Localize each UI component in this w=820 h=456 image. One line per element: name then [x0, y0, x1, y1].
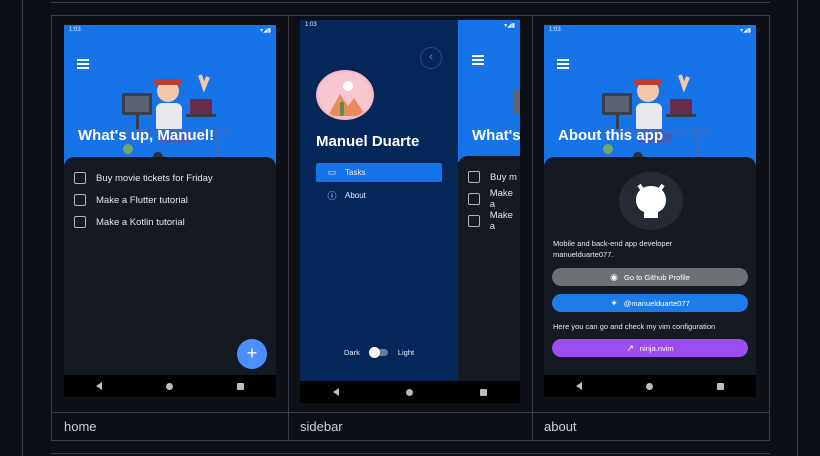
- user-name: Manuel Duarte: [316, 133, 420, 150]
- status-icons: ▾◢▮: [260, 28, 271, 34]
- hero-banner: What's up, Manuel!: [64, 25, 276, 165]
- status-icons: ▾◢▮: [740, 28, 751, 34]
- home-icon[interactable]: [646, 382, 653, 390]
- add-task-button[interactable]: +: [237, 339, 267, 369]
- peek-hero: What's: [458, 20, 520, 162]
- about-title: About this app: [558, 127, 663, 144]
- close-drawer-button[interactable]: ‹: [420, 47, 442, 69]
- github-profile-button[interactable]: ◉ Go to Github Profile: [552, 268, 748, 286]
- task-label: Make a: [489, 210, 513, 232]
- drawer-item-tasks[interactable]: ▭ Tasks: [316, 163, 442, 182]
- home-screen: What's up, Manuel! 1:03 ▾◢▮ Buy movie ti…: [64, 25, 276, 397]
- dark-label: Dark: [344, 348, 360, 357]
- android-nav-bar: [544, 375, 756, 397]
- github-logo: [619, 172, 683, 230]
- menu-icon: [472, 55, 484, 67]
- checkbox[interactable]: [74, 172, 86, 184]
- task-item: Buy m: [458, 166, 520, 188]
- status-bar: 1:03 ▾◢▮: [300, 20, 520, 32]
- frame-line: [51, 440, 770, 441]
- task-item[interactable]: Buy movie tickets for Friday: [64, 167, 276, 189]
- peek-title: What's: [472, 127, 520, 144]
- vim-text: Here you can go and check my vim configu…: [553, 322, 716, 331]
- frame-line: [797, 0, 798, 456]
- column-label-about: about: [544, 419, 577, 434]
- frame-line: [22, 0, 23, 456]
- menu-icon[interactable]: [77, 59, 89, 71]
- status-bar: 1:03 ▾◢▮: [64, 25, 276, 37]
- frame-line: [51, 453, 770, 454]
- theme-switch[interactable]: [368, 347, 388, 358]
- twitter-button-label: @manuelduarte077: [623, 298, 690, 308]
- home-peek: What's Buy m Make a Make a: [458, 20, 520, 403]
- frame-line: [288, 15, 289, 440]
- hero-banner: About this app: [544, 25, 756, 165]
- checkbox[interactable]: [74, 216, 86, 228]
- theme-toggle-row: Dark Light: [344, 347, 415, 358]
- status-time: 1:03: [305, 22, 317, 28]
- drawer-item-label: About: [345, 191, 366, 200]
- recents-icon[interactable]: [237, 382, 244, 390]
- home-icon[interactable]: [166, 382, 173, 390]
- github-icon: [636, 183, 666, 218]
- recents-icon[interactable]: [717, 382, 724, 390]
- back-icon[interactable]: [96, 382, 102, 390]
- status-time: 1:03: [69, 27, 81, 33]
- task-label: Buy m: [490, 171, 517, 183]
- checkbox: [468, 215, 480, 227]
- bio-text: Mobile and back-end app developer manuel…: [553, 239, 673, 259]
- greeting-title: What's up, Manuel!: [78, 127, 215, 144]
- task-item[interactable]: Make a Kotlin tutorial: [64, 211, 276, 233]
- twitter-icon: ✦: [610, 297, 618, 308]
- android-nav-bar: [64, 375, 276, 397]
- frame-line: [51, 15, 52, 440]
- nvim-button[interactable]: ↗ ninja.nvim: [552, 339, 748, 357]
- sidebar-screen: What's Buy m Make a Make a 1:03 ▾◢▮ ‹ Ma…: [300, 20, 520, 403]
- column-label-home: home: [64, 419, 97, 434]
- frame-line: [769, 15, 770, 440]
- task-label: Make a Kotlin tutorial: [96, 216, 185, 228]
- developer-illustration: [116, 74, 234, 165]
- task-label: Make a: [489, 188, 513, 210]
- avatar-illustration: [318, 72, 372, 118]
- peek-illustration: [514, 90, 520, 114]
- inbox-icon: ▭: [327, 167, 337, 177]
- navigation-drawer: 1:03 ▾◢▮ ‹ Manuel Duarte ▭ Tasks ⓘ About…: [300, 20, 515, 381]
- recents-icon[interactable]: [479, 388, 487, 396]
- task-item[interactable]: Make a Flutter tutorial: [64, 189, 276, 211]
- drawer-item-label: Tasks: [345, 168, 366, 177]
- android-nav-bar: [300, 381, 520, 403]
- checkbox: [468, 193, 480, 205]
- peek-sheet: Buy m Make a Make a: [458, 156, 520, 381]
- frame-line: [51, 15, 770, 16]
- back-icon[interactable]: [333, 388, 340, 396]
- status-bar: 1:03 ▾◢▮: [544, 25, 756, 37]
- task-item: Make a: [458, 210, 520, 232]
- github-button-label: Go to Github Profile: [623, 272, 690, 282]
- column-label-sidebar: sidebar: [300, 419, 343, 434]
- external-link-icon: ↗: [626, 342, 634, 353]
- home-icon[interactable]: [405, 388, 413, 396]
- light-label: Light: [397, 348, 415, 357]
- developer-illustration: [596, 74, 714, 165]
- frame-line: [51, 412, 770, 413]
- frame-line: [51, 2, 770, 3]
- nvim-button-label: ninja.nvim: [639, 343, 674, 353]
- task-item: Make a: [458, 188, 520, 210]
- status-icons: ▾◢▮: [504, 23, 515, 29]
- checkbox: [468, 171, 480, 183]
- drawer-item-about[interactable]: ⓘ About: [316, 186, 442, 205]
- github-small-icon: ◉: [610, 271, 618, 282]
- checkbox[interactable]: [74, 194, 86, 206]
- task-label: Make a Flutter tutorial: [96, 194, 188, 206]
- back-icon[interactable]: [576, 382, 582, 390]
- status-time: 1:03: [549, 27, 561, 33]
- twitter-button[interactable]: ✦ @manuelduarte077: [552, 294, 748, 312]
- avatar: [316, 70, 374, 120]
- info-icon: ⓘ: [327, 191, 337, 201]
- frame-line: [532, 15, 533, 440]
- menu-icon[interactable]: [557, 59, 569, 71]
- about-screen: About this app 1:03 ▾◢▮ Mobile and back-…: [544, 25, 756, 397]
- task-label: Buy movie tickets for Friday: [96, 172, 213, 184]
